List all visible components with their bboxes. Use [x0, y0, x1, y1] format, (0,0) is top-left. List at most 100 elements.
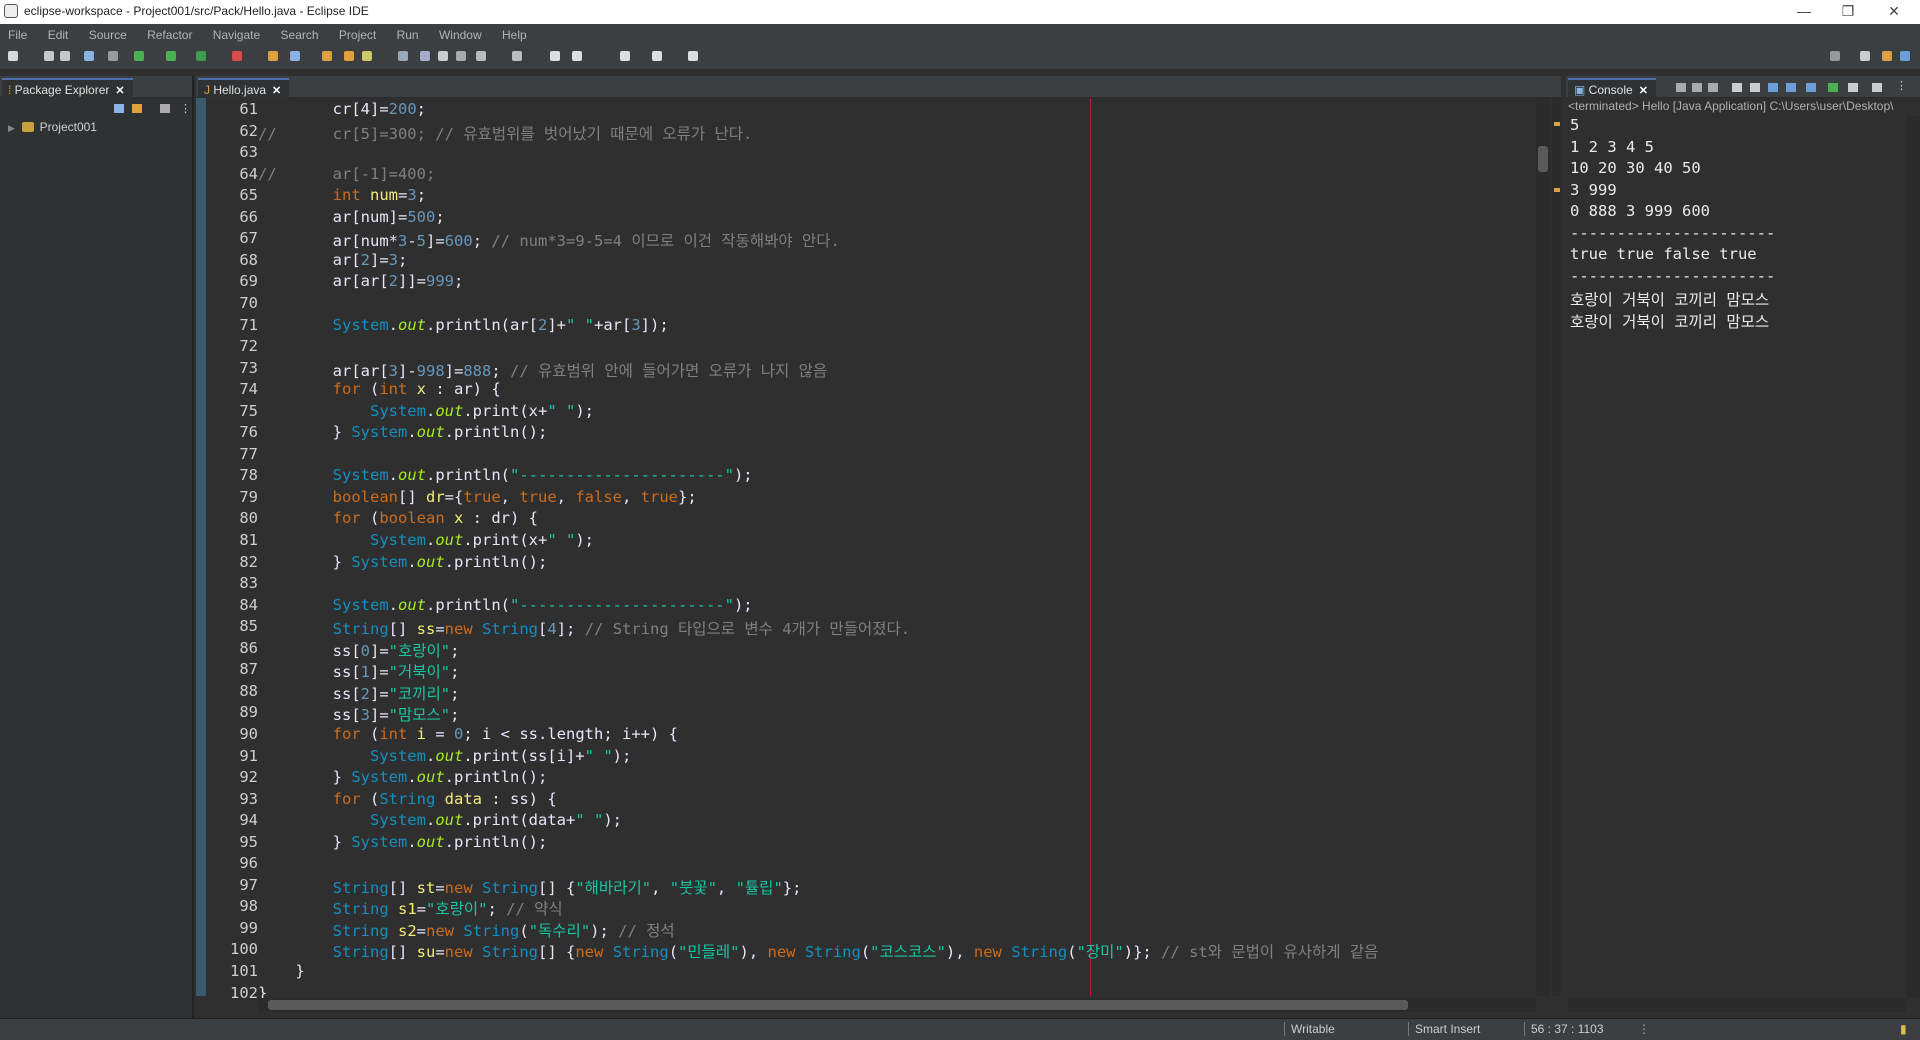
menu-window[interactable]: Window: [431, 24, 491, 44]
code-line[interactable]: for (boolean x : dr) {: [258, 509, 538, 527]
show-on-output-icon[interactable]: [1786, 83, 1796, 92]
new-java-project-icon[interactable]: [268, 51, 278, 61]
view-menu-icon[interactable]: ⋮: [180, 102, 191, 115]
scroll-thumb[interactable]: [1538, 146, 1548, 172]
display-console-icon[interactable]: [1848, 83, 1858, 92]
code-line[interactable]: } System.out.println();: [258, 768, 548, 786]
code-line[interactable]: // ar[-1]=400;: [258, 165, 435, 183]
code-line[interactable]: ar[ar[2]]=999;: [258, 272, 464, 290]
remove-all-terminated-icon[interactable]: [1708, 83, 1718, 92]
show-whitespace-icon[interactable]: [438, 51, 448, 61]
coverage-icon[interactable]: [196, 51, 206, 61]
debug-perspective-icon[interactable]: [1900, 51, 1910, 61]
menu-run[interactable]: Run: [389, 24, 428, 44]
scroll-lock-icon[interactable]: [1750, 83, 1760, 92]
code-line[interactable]: for (int i = 0; i < ss.length; i++) {: [258, 725, 678, 743]
warning-marker[interactable]: [1554, 188, 1560, 192]
code-line[interactable]: } System.out.println();: [258, 423, 548, 441]
code-line[interactable]: System.out.println(ar[2]+" "+ar[3]);: [258, 316, 669, 334]
word-wrap-icon[interactable]: [456, 51, 466, 61]
code-line[interactable]: ss[3]="맘모스";: [258, 703, 460, 725]
link-with-editor-icon[interactable]: [132, 104, 142, 113]
code-line[interactable]: int num=3;: [258, 186, 426, 204]
close-icon[interactable]: ✕: [272, 85, 281, 97]
back-icon[interactable]: [572, 51, 582, 61]
code-line[interactable]: }: [258, 962, 304, 980]
console-vertical-scrollbar[interactable]: [1906, 116, 1920, 998]
code-line[interactable]: ss[0]="호랑이";: [258, 639, 460, 661]
new-class-icon[interactable]: [322, 51, 332, 61]
code-line[interactable]: ss[2]="코끼리";: [258, 682, 460, 704]
print-icon[interactable]: [84, 51, 94, 61]
collapse-all-icon[interactable]: [114, 104, 124, 113]
tab-hello-java[interactable]: J Hello.java ✕: [198, 78, 290, 98]
previous-annotation-icon[interactable]: [512, 51, 522, 61]
tab-console[interactable]: ▣ Console ✕: [1568, 78, 1656, 98]
close-icon[interactable]: ✕: [1639, 85, 1648, 97]
code-line[interactable]: ar[num]=500;: [258, 208, 445, 226]
code-line[interactable]: for (int x : ar) {: [258, 380, 501, 398]
debug-icon[interactable]: [134, 51, 144, 61]
code-line[interactable]: String[] ss=new String[4]; // String 타입으…: [258, 617, 910, 639]
next-annotation-icon[interactable]: [476, 51, 486, 61]
code-line[interactable]: System.out.println("--------------------…: [258, 596, 753, 614]
external-tools-icon[interactable]: [232, 51, 242, 61]
menu-navigate[interactable]: Navigate: [205, 24, 269, 44]
run-icon[interactable]: [166, 51, 176, 61]
pin-editor-icon[interactable]: [688, 51, 698, 61]
console-horizontal-scrollbar[interactable]: [1568, 998, 1906, 1012]
view-menu-icon[interactable]: ⋮: [1896, 79, 1907, 92]
code-line[interactable]: cr[4]=200;: [258, 100, 426, 118]
warning-marker[interactable]: [1554, 122, 1560, 126]
save-all-icon[interactable]: [60, 51, 70, 61]
code-line[interactable]: ss[1]="거북이";: [258, 660, 460, 682]
search-tool-icon[interactable]: [362, 51, 372, 61]
close-icon[interactable]: ✕: [115, 85, 124, 97]
word-wrap-icon[interactable]: [1768, 83, 1778, 92]
toggle-mark-occurrences-icon[interactable]: [398, 51, 408, 61]
code-line[interactable]: for (String data : ss) {: [258, 790, 557, 808]
show-on-error-icon[interactable]: [1806, 83, 1816, 92]
restore-button[interactable]: ❐: [1828, 2, 1868, 22]
menu-project[interactable]: Project: [331, 24, 385, 44]
code-line[interactable]: System.out.print(ss[i]+" ");: [258, 747, 631, 765]
code-line[interactable]: String s1="호랑이"; // 약식: [258, 897, 563, 919]
menu-help[interactable]: Help: [494, 24, 536, 44]
code-line[interactable]: String[] st=new String[] {"해바라기", "붓꽃", …: [258, 876, 802, 898]
code-area[interactable]: 61 cr[4]=200; 62// cr[5]=300; // 유효범위를 벗어…: [196, 98, 1548, 998]
code-line[interactable]: System.out.print(data+" ");: [258, 811, 622, 829]
menu-source[interactable]: Source: [81, 24, 136, 44]
open-type-icon[interactable]: [344, 51, 354, 61]
tree-item-project001[interactable]: ▶ Project001: [8, 118, 97, 136]
code-line[interactable]: }: [258, 984, 267, 998]
code-line[interactable]: } System.out.println();: [258, 833, 548, 851]
chevron-right-icon[interactable]: ▶: [8, 123, 15, 133]
minimize-button[interactable]: —: [1784, 2, 1824, 22]
code-line[interactable]: ar[2]=3;: [258, 251, 408, 269]
save-icon[interactable]: [44, 51, 54, 61]
code-line[interactable]: boolean[] dr={true, true, false, true};: [258, 488, 697, 506]
code-line[interactable]: // cr[5]=300; // 유효범위를 벗어났기 때문에 오류가 난다.: [258, 122, 752, 144]
skip-breakpoints-icon[interactable]: [108, 51, 118, 61]
code-line[interactable]: System.out.print(x+" ");: [258, 402, 594, 420]
menu-edit[interactable]: Edit: [40, 24, 78, 44]
new-package-icon[interactable]: [290, 51, 300, 61]
menu-refactor[interactable]: Refactor: [139, 24, 201, 44]
new-icon[interactable]: [8, 51, 18, 61]
remove-launch-icon[interactable]: [1692, 83, 1702, 92]
tab-package-explorer[interactable]: ⁞ Package Explorer ✕: [2, 78, 133, 98]
toggle-block-selection-icon[interactable]: [420, 51, 430, 61]
pin-console-icon[interactable]: [1828, 83, 1838, 92]
code-line[interactable]: System.out.print(x+" ");: [258, 531, 594, 549]
code-line[interactable]: ar[num*3-5]=600; // num*3=9-5=4 이므로 이건 작…: [258, 229, 840, 251]
focus-icon[interactable]: [160, 104, 170, 113]
scroll-thumb[interactable]: [268, 1000, 1408, 1010]
code-line[interactable]: } System.out.println();: [258, 553, 548, 571]
clear-console-icon[interactable]: [1732, 83, 1742, 92]
search-icon[interactable]: [1830, 51, 1840, 61]
code-line[interactable]: ar[ar[3]-998]=888; // 유효범위 안에 들어가면 오류가 나…: [258, 359, 827, 381]
last-edit-location-icon[interactable]: [550, 51, 560, 61]
open-perspective-icon[interactable]: [1860, 51, 1870, 61]
close-window-button[interactable]: ✕: [1874, 2, 1914, 22]
menu-search[interactable]: Search: [273, 24, 328, 44]
